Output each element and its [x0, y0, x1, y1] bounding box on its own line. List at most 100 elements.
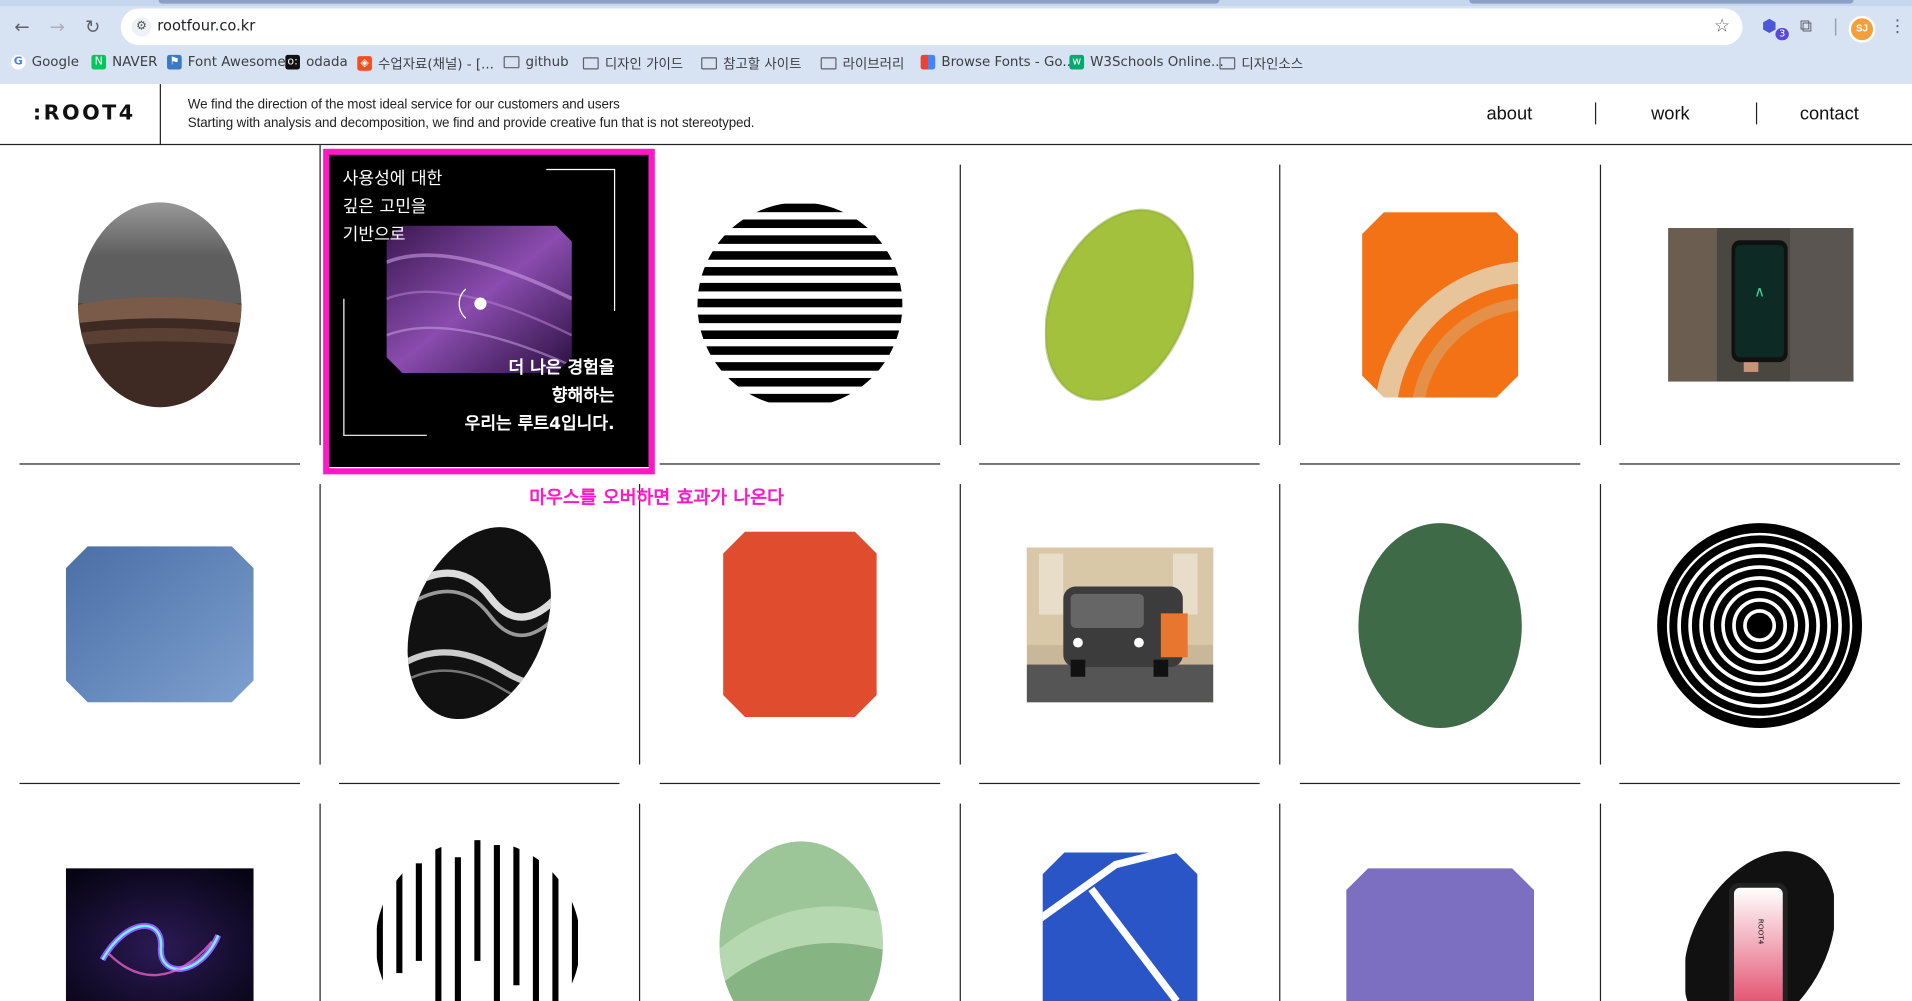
portfolio-item-root4-phone-oval[interactable]: ROOT4 [1685, 846, 1834, 1001]
address-bar[interactable]: ⚙ rootfour.co.kr ☆ [120, 8, 1743, 46]
grid-divider [979, 782, 1260, 785]
bookmark-google[interactable]: G Google [10, 53, 80, 70]
portfolio-item-phone-photo[interactable]: ∧ [1668, 228, 1854, 382]
back-icon[interactable]: ← [11, 16, 33, 38]
grid-divider [1599, 803, 1602, 1001]
bookmark-github[interactable]: github [503, 53, 569, 70]
grid-divider [638, 803, 641, 1001]
bookmark-label: github [525, 53, 569, 70]
grid-divider [979, 463, 1260, 465]
bookmark-label: Font Awesome [187, 53, 286, 70]
grid-divider [659, 782, 941, 785]
grid-divider [19, 463, 300, 465]
grid-divider [319, 484, 321, 765]
tagline-line2: Starting with analysis and decomposition… [187, 115, 755, 131]
portfolio-item-neon-infinity-photo[interactable] [65, 868, 254, 1001]
figma-icon: ◈ [357, 56, 372, 71]
bookmark-label: 참고할 사이트 [723, 56, 802, 72]
bookmark-odada[interactable]: o: odada [285, 53, 348, 70]
bookmark-design-guide[interactable]: 디자인 가이드 [582, 54, 684, 74]
header-divider [159, 84, 161, 146]
portfolio-item-blue-court-octagon[interactable] [1042, 852, 1198, 1001]
browser-chrome: ← → ↻ ⚙ rootfour.co.kr ☆ ⬢ 3 ⧉ | SJ ⋮ GG… [0, 0, 1912, 85]
bookmark-label: 라이브러리 [842, 56, 905, 72]
bookmark-label: 디자인소스 [1241, 56, 1304, 72]
bookmark-design-sources[interactable]: 디자인소스 [1219, 54, 1303, 74]
folder-icon [503, 55, 520, 68]
odada-icon: o: [285, 54, 300, 69]
portfolio-item-purple-octagon[interactable] [1346, 868, 1535, 1001]
nav-contact[interactable]: contact [1800, 104, 1859, 125]
bookmark-label: 수업자료(채널) - [... [378, 56, 494, 72]
nav-about[interactable]: about [1486, 104, 1532, 125]
portfolio-item-black-stripe-circle[interactable] [696, 201, 903, 408]
grid-divider [638, 484, 641, 765]
bookmark-label: W3Schools Online... [1090, 53, 1224, 70]
annotation-text: 마우스를 오버하면 효과가 나온다 [529, 486, 784, 509]
tab-active[interactable] [158, 0, 1220, 4]
flag-icon: ⚑ [167, 54, 182, 69]
tab-inactive[interactable] [1469, 0, 1854, 4]
portfolio-item-green-tilted-oval[interactable] [1045, 207, 1194, 402]
grid-divider [1599, 484, 1602, 765]
portfolio-item-red-octagon[interactable] [723, 531, 877, 718]
grid-divider [338, 782, 620, 785]
bookmarks-bar: G Google N NAVER ⚑ Font Awesome o: odada ◈ 수업… [0, 49, 1912, 76]
bookmark-label: Google [31, 53, 80, 70]
grid-divider [659, 463, 941, 465]
bookmark-label: NAVER [112, 53, 158, 70]
grid-divider [1279, 164, 1281, 446]
profile-avatar[interactable]: SJ [1848, 15, 1876, 43]
bookmark-browse-fonts[interactable]: Browse Fonts - Go... [920, 54, 1075, 70]
folder-icon [701, 57, 718, 70]
portfolio-item-vehicle-photo[interactable] [1026, 547, 1214, 703]
toolbar-divider: | [1832, 17, 1839, 37]
svg-text:ROOT4: ROOT4 [1756, 919, 1765, 945]
grid-divider [1299, 782, 1581, 785]
nav-separator [1755, 102, 1758, 125]
bookmark-class-materials[interactable]: ◈ 수업자료(채널) - [... [357, 54, 494, 74]
svg-text:∧: ∧ [1754, 283, 1765, 300]
grid-divider [1279, 484, 1281, 765]
forward-icon[interactable]: → [46, 16, 68, 38]
portfolio-item-dark-green-oval[interactable] [1357, 522, 1523, 729]
portfolio-item-gray-brown-oval[interactable] [77, 201, 243, 408]
bookmark-star-icon[interactable]: ☆ [1714, 15, 1730, 37]
nav-separator [1594, 102, 1597, 125]
puzzle-icon[interactable]: ⧉ [1800, 17, 1812, 37]
w3schools-icon: w [1069, 54, 1085, 69]
portfolio-item-black-marble-oval[interactable] [404, 524, 554, 722]
bookmark-font-awesome[interactable]: ⚑ Font Awesome [167, 54, 286, 70]
naver-icon: N [91, 54, 107, 69]
grid-divider [19, 782, 300, 785]
grid-divider [319, 145, 321, 446]
browser-toolbar: ← → ↻ ⚙ rootfour.co.kr ☆ ⬢ 3 ⧉ | SJ ⋮ [0, 6, 1912, 46]
address-url[interactable]: rootfour.co.kr [157, 17, 255, 34]
folder-icon [820, 57, 837, 70]
portfolio-item-orange-octagon[interactable] [1362, 212, 1519, 398]
nav-work[interactable]: work [1651, 104, 1690, 125]
portfolio-item-blue-octagon[interactable] [65, 546, 254, 703]
folder-icon [582, 57, 599, 70]
reload-icon[interactable]: ↻ [82, 16, 104, 38]
tagline-line1: We find the direction of the most ideal … [187, 97, 620, 113]
portfolio-item-mint-green-oval[interactable] [718, 840, 884, 1001]
bookmark-label: odada [306, 53, 348, 70]
menu-kebab-icon[interactable]: ⋮ [1889, 17, 1906, 37]
bookmark-label: 디자인 가이드 [604, 56, 684, 72]
bookmark-library[interactable]: 라이브러리 [820, 54, 905, 74]
site-header: :ROOT4 We find the direction of the most… [0, 84, 1912, 146]
grid-divider [1299, 463, 1581, 465]
annotation-highlight-frame [323, 148, 655, 475]
google-fonts-icon [920, 54, 936, 69]
google-icon: G [10, 54, 26, 69]
portfolio-item-concentric-circles[interactable] [1656, 522, 1863, 729]
bookmark-naver[interactable]: N NAVER [91, 53, 158, 70]
site-logo[interactable]: :ROOT4 [33, 101, 136, 125]
portfolio-item-vertical-stripe-circle[interactable] [374, 839, 581, 1001]
bookmark-reference-sites[interactable]: 참고할 사이트 [701, 54, 801, 74]
grid-divider [959, 484, 961, 765]
grid-divider [959, 164, 961, 446]
site-info-icon[interactable]: ⚙ [131, 17, 152, 37]
bookmark-w3schools[interactable]: w W3Schools Online... [1069, 53, 1224, 70]
